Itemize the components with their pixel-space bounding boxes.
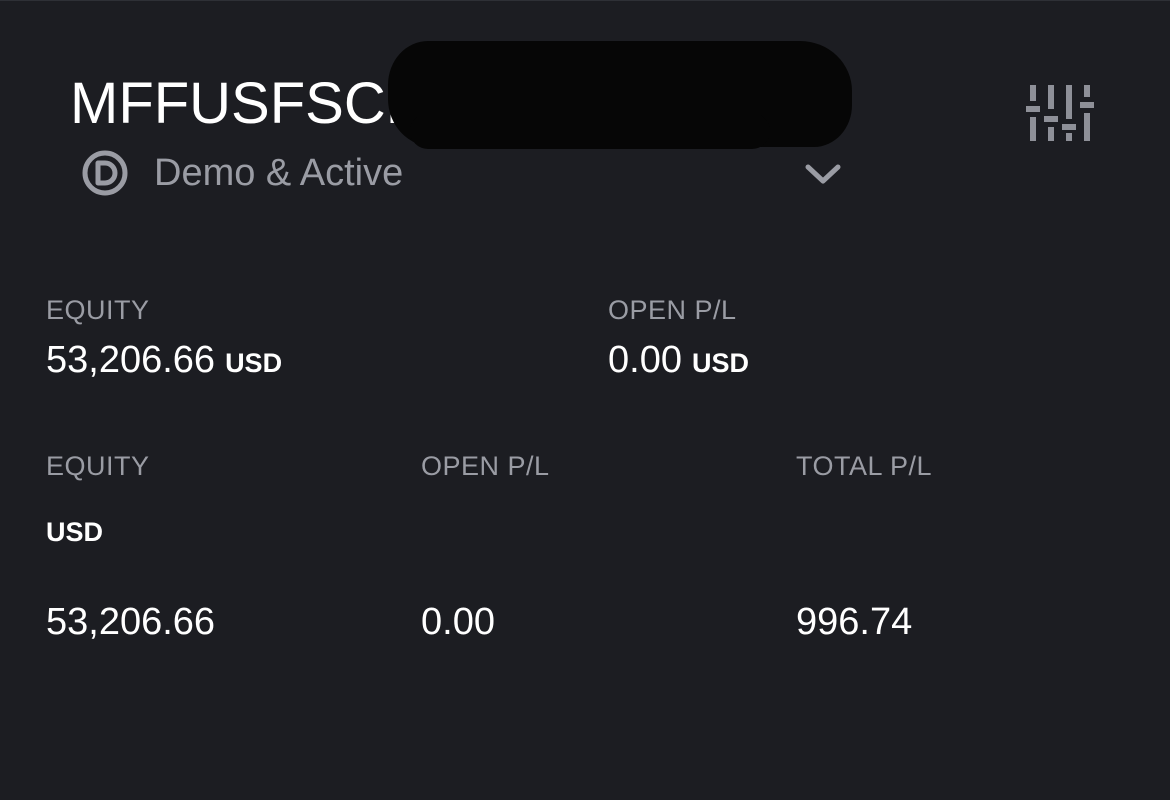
account-panel: MFFUSFSCL Demo & Active EQUITY 53,206.66… bbox=[0, 0, 1170, 800]
summary-equity-label: EQUITY bbox=[46, 295, 150, 325]
account-dropdown-button[interactable] bbox=[800, 151, 846, 197]
summary-open-pl-unit: USD bbox=[691, 348, 749, 378]
demo-badge-icon bbox=[82, 150, 128, 196]
table-header-equity: EQUITY bbox=[46, 451, 150, 481]
chevron-down-icon bbox=[805, 164, 841, 184]
summary-open-pl-label: OPEN P/L bbox=[608, 295, 737, 325]
summary-equity-value: 53,206.66 bbox=[46, 339, 216, 381]
summary-equity: 53,206.66 USD bbox=[46, 339, 282, 382]
summary-equity-unit: USD bbox=[225, 348, 283, 378]
table-currency: USD bbox=[46, 517, 104, 547]
table-header-open-pl: OPEN P/L bbox=[421, 451, 550, 481]
settings-sliders-button[interactable] bbox=[1024, 79, 1094, 147]
table-header-total-pl: TOTAL P/L bbox=[796, 451, 933, 481]
table-cell-total-pl: 996.74 bbox=[796, 601, 913, 643]
sliders-icon bbox=[1026, 85, 1094, 141]
summary-open-pl-value: 0.00 bbox=[608, 339, 682, 381]
redaction-mark-tail bbox=[410, 113, 770, 149]
table-cell-open-pl: 0.00 bbox=[421, 601, 495, 643]
account-status[interactable]: Demo & Active bbox=[82, 145, 403, 201]
summary-open-pl: 0.00 USD bbox=[608, 339, 749, 382]
status-label: Demo & Active bbox=[154, 152, 404, 194]
table-cell-equity: 53,206.66 bbox=[46, 601, 216, 643]
account-name: MFFUSFSCL bbox=[70, 71, 418, 136]
